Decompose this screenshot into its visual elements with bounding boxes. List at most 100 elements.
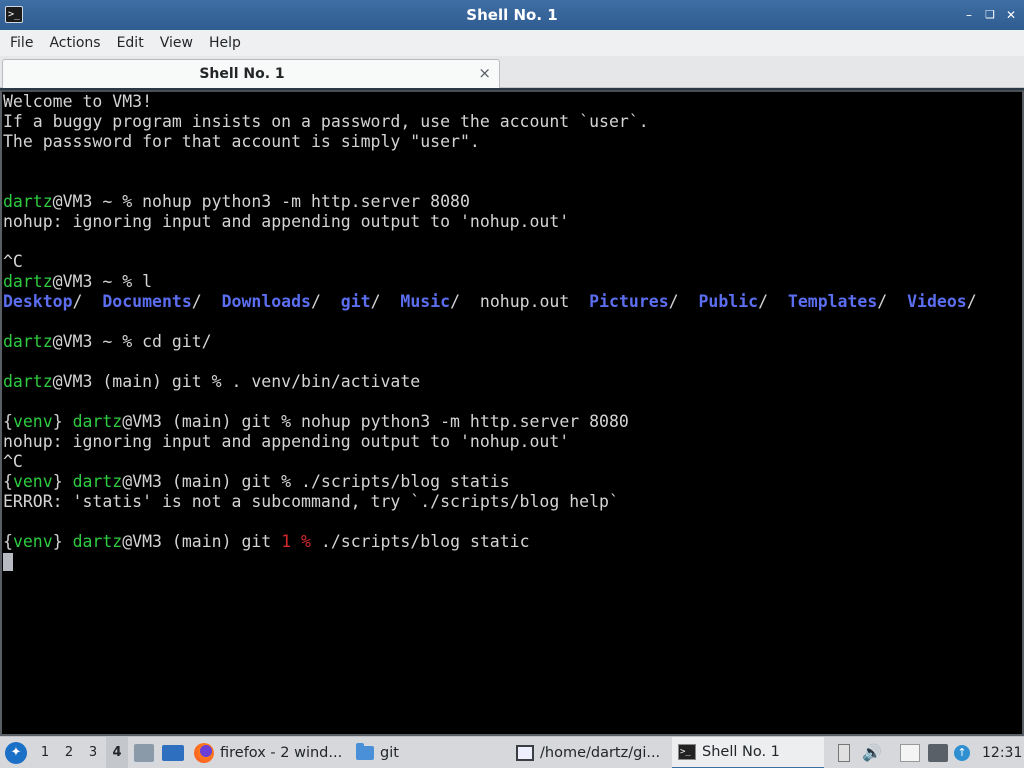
menu-edit[interactable]: Edit xyxy=(109,30,152,56)
terminal-text: ./scripts/blog static xyxy=(311,532,530,551)
terminal-text: @VM3 (main) git xyxy=(122,532,282,551)
terminal-view[interactable]: Welcome to VM3! If a buggy program insist… xyxy=(0,90,1024,736)
terminal-text: / xyxy=(966,292,977,311)
terminal-text: / xyxy=(72,292,103,311)
terminal-text: ERROR: 'statis' is not a subcommand, try… xyxy=(3,492,619,511)
terminal-text: dartz xyxy=(3,332,53,351)
terminal-text: Downloads xyxy=(221,292,311,311)
terminal-line: If a buggy program insists on a password… xyxy=(3,112,977,132)
terminal-text: Welcome to VM3! xyxy=(3,92,153,111)
scroll-indicator-icon[interactable] xyxy=(838,744,850,762)
terminal-text: venv xyxy=(12,412,53,431)
start-menu-icon[interactable]: ✦ xyxy=(5,742,27,764)
terminal-text: 1 % xyxy=(281,532,311,551)
menu-file[interactable]: File xyxy=(2,30,41,56)
task-text-editor[interactable]: /home/dartz/gi... xyxy=(516,737,666,768)
close-icon[interactable]: ✕ xyxy=(1004,7,1018,23)
terminal-text: { xyxy=(3,532,13,551)
terminal-text: / xyxy=(310,292,341,311)
terminal-cursor xyxy=(3,553,13,571)
terminal-text: Templates xyxy=(787,292,878,311)
terminal-text: dartz xyxy=(3,192,53,211)
clipboard-icon[interactable] xyxy=(900,744,920,762)
volume-icon[interactable]: 🔊 xyxy=(862,737,882,768)
task-label: Shell No. 1 xyxy=(702,744,780,760)
window-titlebar[interactable]: >_ Shell No. 1 – ❑ ✕ xyxy=(0,0,1024,30)
terminal-cursor-line xyxy=(3,552,977,572)
terminal-text: Public xyxy=(698,292,759,311)
task-firefox[interactable]: firefox - 2 wind... xyxy=(194,737,350,768)
terminal-text: Music xyxy=(400,292,451,311)
workspace-1[interactable]: 1 xyxy=(34,737,56,768)
terminal-line: nohup: ignoring input and appending outp… xyxy=(3,212,977,232)
taskbar: ✦ 1 2 3 4 firefox - 2 wind... git /home/… xyxy=(0,736,1024,768)
terminal-text: { xyxy=(3,412,13,431)
terminal-text: / xyxy=(877,292,908,311)
terminal-line: {venv} dartz@VM3 (main) git % nohup pyth… xyxy=(3,412,977,432)
menu-view[interactable]: View xyxy=(152,30,201,56)
terminal-text: dartz xyxy=(3,272,53,291)
restore-icon[interactable]: ❑ xyxy=(983,7,997,23)
terminal-line: Desktop/ Documents/ Downloads/ git/ Musi… xyxy=(3,292,977,312)
terminal-text: / nohup.out xyxy=(450,292,590,311)
terminal-line: dartz@VM3 ~ % cd git/ xyxy=(3,332,977,352)
terminal-text: dartz xyxy=(72,532,123,551)
task-file-manager[interactable]: git xyxy=(356,737,506,768)
workspace-3[interactable]: 3 xyxy=(82,737,104,768)
terminal-line: Welcome to VM3! xyxy=(3,92,977,112)
terminal-text: dartz xyxy=(72,412,123,431)
show-desktop-icon[interactable] xyxy=(162,745,184,761)
terminal-line: {venv} dartz@VM3 (main) git 1 % ./script… xyxy=(3,532,977,552)
terminal-text: } xyxy=(52,412,73,431)
terminal-text: ^C xyxy=(3,452,23,471)
task-label: /home/dartz/gi... xyxy=(540,745,661,761)
terminal-text: The passsword for that account is simply… xyxy=(3,132,480,151)
terminal-line: ERROR: 'statis' is not a subcommand, try… xyxy=(3,492,977,512)
tab-shell-1[interactable]: Shell No. 1 × xyxy=(2,59,500,88)
terminal-text: venv xyxy=(12,472,53,491)
workspace-4[interactable]: 4 xyxy=(106,737,128,768)
terminal-text: git xyxy=(340,292,371,311)
minimize-icon[interactable]: – xyxy=(962,7,976,23)
terminal-line: dartz@VM3 (main) git % . venv/bin/activa… xyxy=(3,372,977,392)
menu-help[interactable]: Help xyxy=(201,30,249,56)
tab-label: Shell No. 1 xyxy=(199,66,285,82)
terminal-text: / xyxy=(370,292,401,311)
terminal-text: @VM3 (main) git % nohup python3 -m http.… xyxy=(122,412,629,431)
text-editor-icon xyxy=(516,745,534,761)
task-label: git xyxy=(380,745,399,761)
terminal-text: @VM3 (main) git % . venv/bin/activate xyxy=(52,372,421,391)
workspace-2[interactable]: 2 xyxy=(58,737,80,768)
network-icon[interactable] xyxy=(928,744,948,762)
terminal-text: @VM3 ~ % cd git/ xyxy=(52,332,212,351)
terminal-text: Documents xyxy=(102,292,192,311)
file-manager-launcher-icon[interactable] xyxy=(134,744,154,762)
update-notifier-icon[interactable]: ↑ xyxy=(954,745,970,761)
terminal-text: ^C xyxy=(3,252,23,271)
terminal-text: dartz xyxy=(72,472,123,491)
task-label: firefox - 2 wind... xyxy=(220,745,343,761)
terminal-line: The passsword for that account is simply… xyxy=(3,132,977,152)
terminal-text: @VM3 (main) git % ./scripts/blog statis xyxy=(122,472,510,491)
menu-actions[interactable]: Actions xyxy=(41,30,108,56)
clock[interactable]: 12:31 xyxy=(982,737,1022,768)
terminal-text: @VM3 ~ % nohup python3 -m http.server 80… xyxy=(52,192,470,211)
terminal-text: / xyxy=(191,292,222,311)
tab-close-icon[interactable]: × xyxy=(478,60,491,87)
terminal-text: / xyxy=(758,292,788,311)
terminal-line: dartz@VM3 ~ % nohup python3 -m http.serv… xyxy=(3,192,977,212)
folder-icon xyxy=(356,743,374,760)
terminal-text: Pictures xyxy=(589,292,669,311)
terminal-text: nohup: ignoring input and appending outp… xyxy=(3,432,570,451)
menu-bar: File Actions Edit View Help xyxy=(0,30,1024,56)
terminal-line: {venv} dartz@VM3 (main) git % ./scripts/… xyxy=(3,472,977,492)
task-terminal[interactable]: >_ Shell No. 1 xyxy=(672,737,824,768)
window-title: Shell No. 1 xyxy=(466,6,558,24)
